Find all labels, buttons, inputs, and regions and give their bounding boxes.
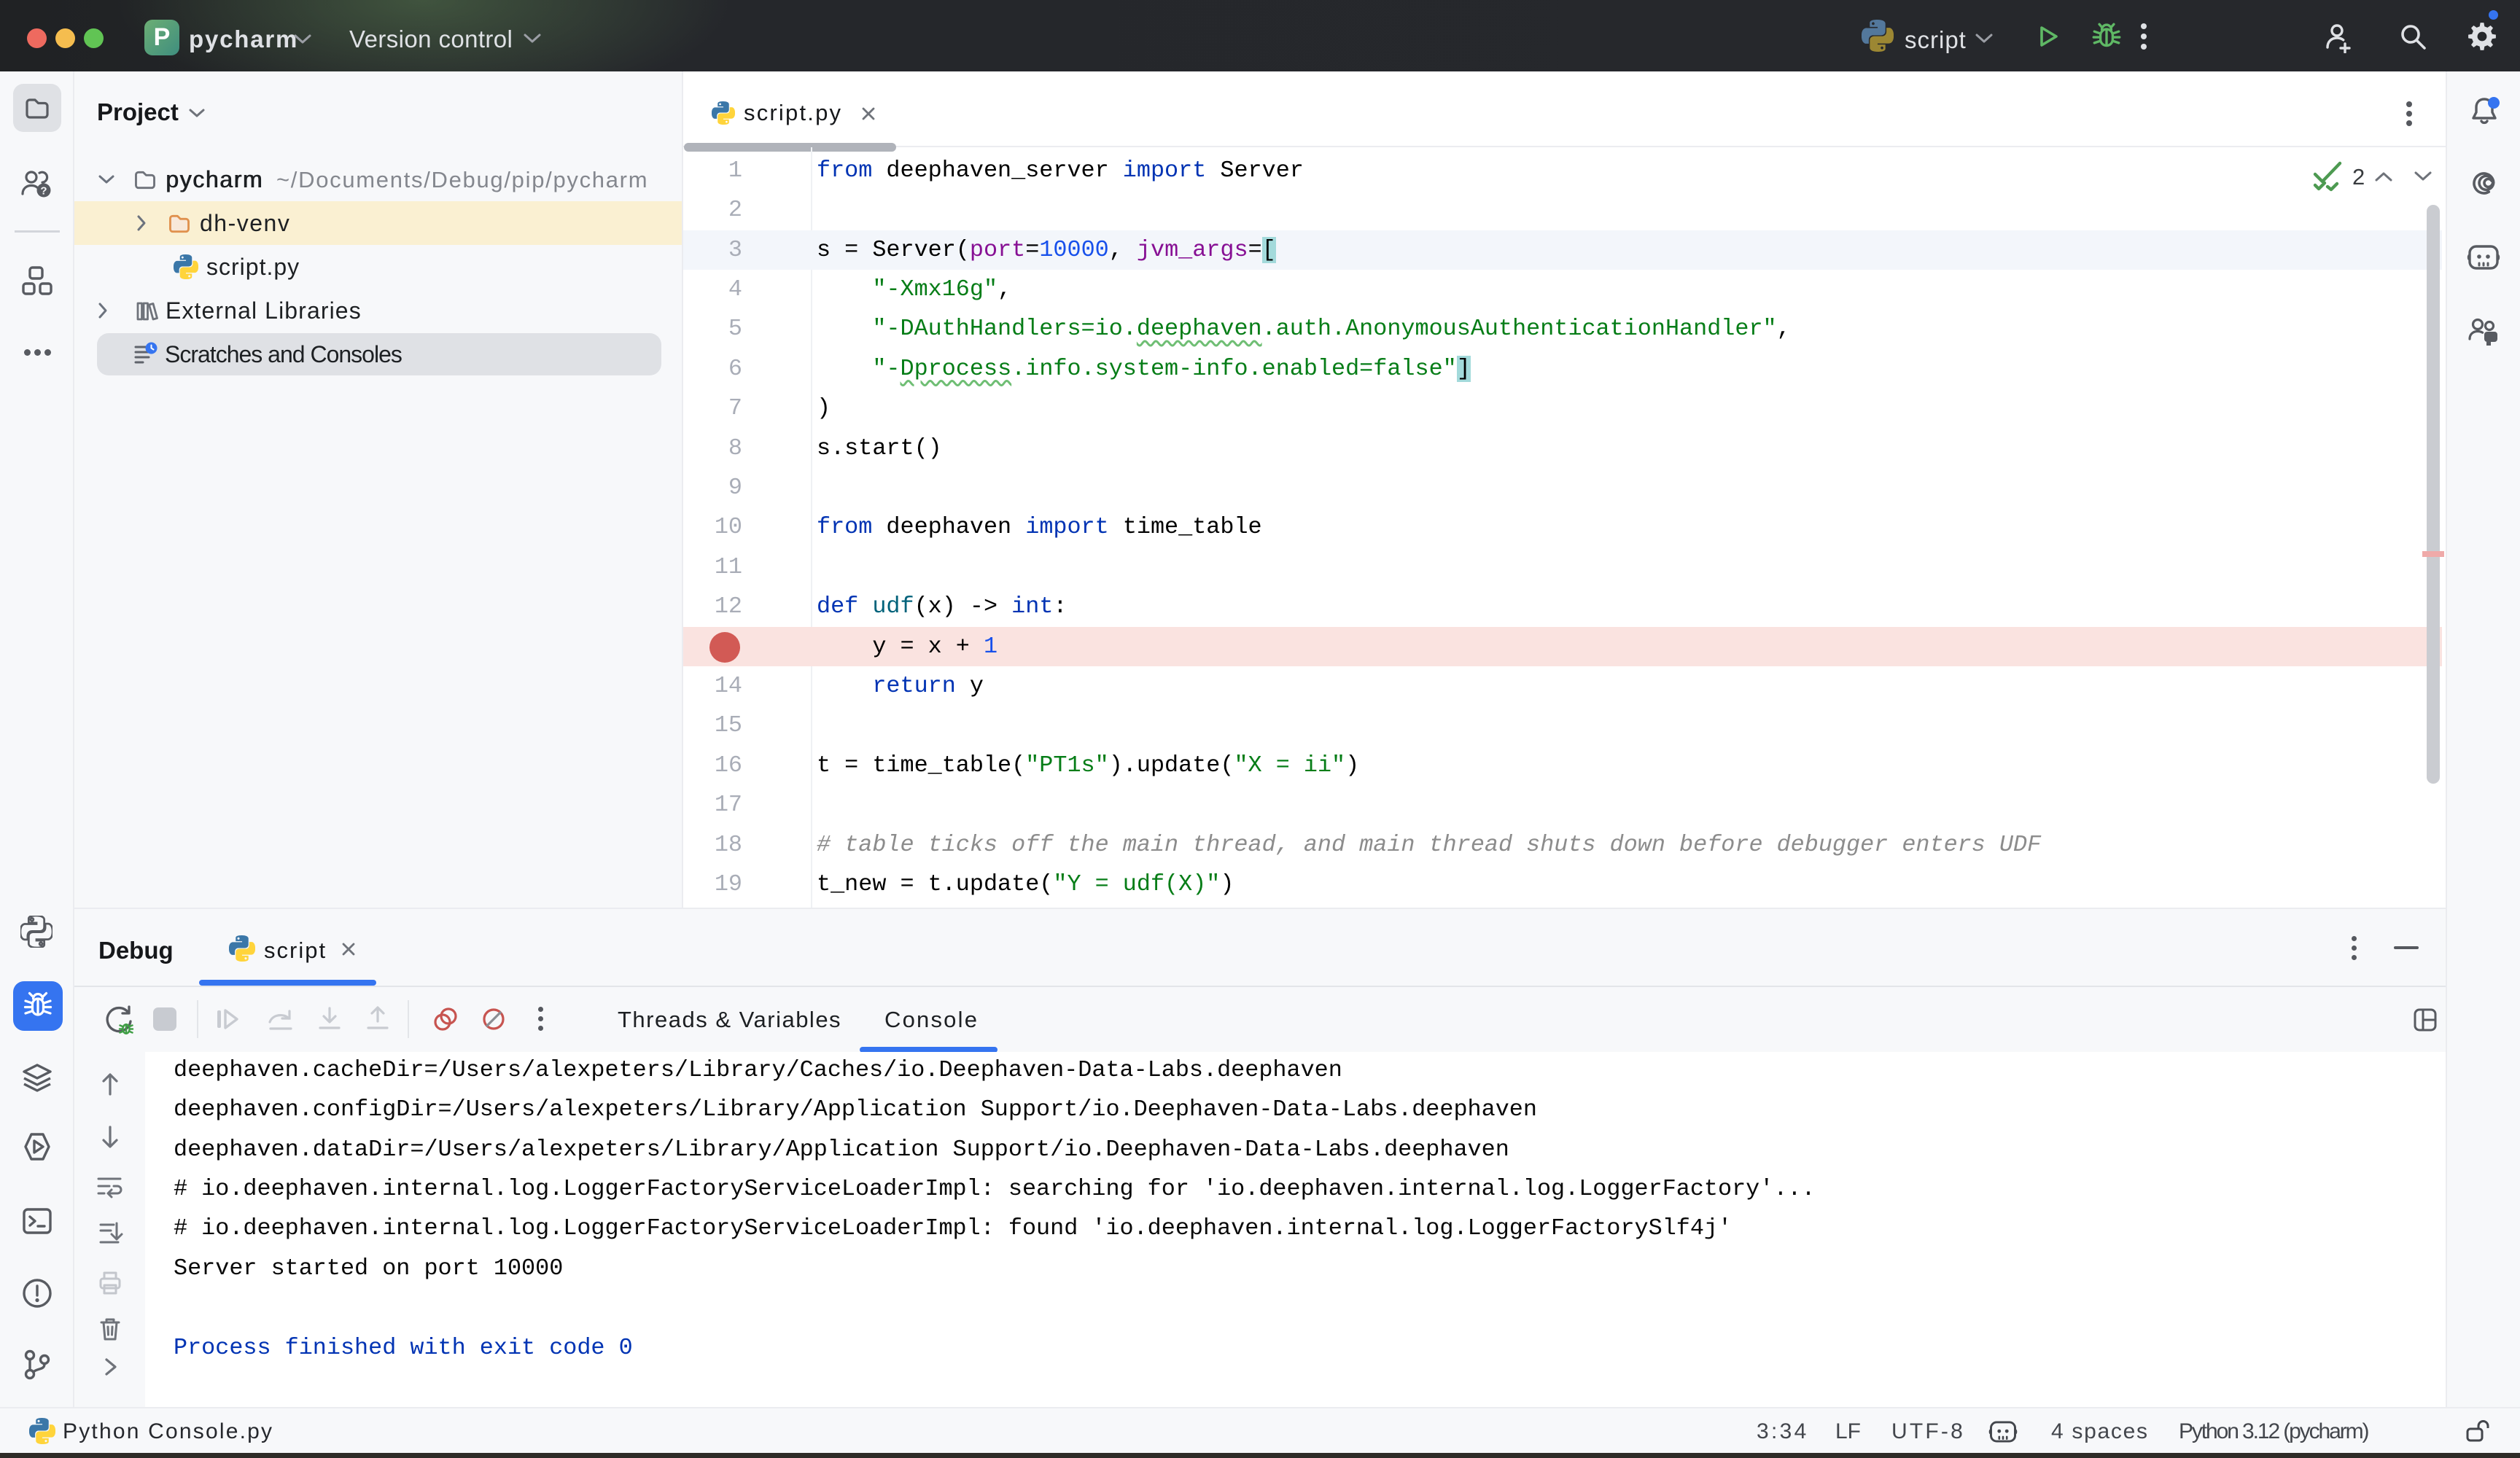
svg-text:?: ? — [40, 185, 47, 198]
